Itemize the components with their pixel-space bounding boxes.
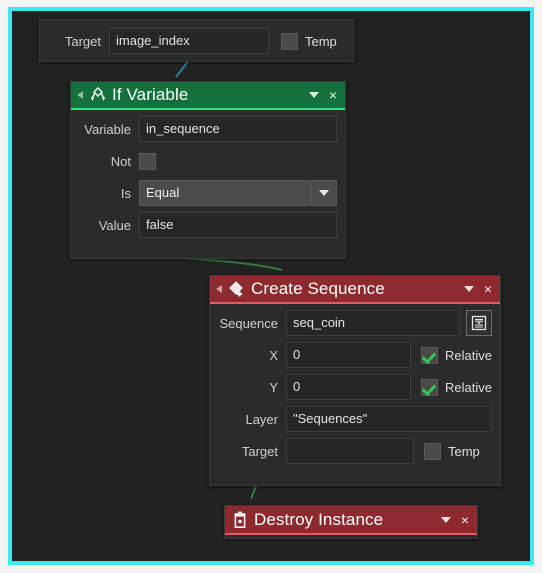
row-layer: Layer "Sequences"	[218, 406, 492, 432]
x-label: X	[269, 347, 278, 363]
target-temp-checkbox[interactable]	[281, 32, 298, 50]
variable-label: Variable	[84, 121, 131, 137]
value-label: Value	[98, 217, 131, 233]
target-block[interactable]: Target image_index Temp	[39, 19, 354, 62]
list-picker-icon[interactable]	[466, 310, 492, 336]
diamond-plus-icon	[228, 280, 246, 298]
not-checkbox[interactable]	[139, 152, 156, 170]
target-label: Target	[64, 33, 101, 49]
x-relative-label: Relative	[445, 347, 492, 363]
row-sequence: Sequence seq_coin	[218, 310, 492, 336]
layer-input[interactable]: "Sequences"	[286, 406, 492, 432]
action-canvas[interactable]: Target image_index Temp If Variable × Va…	[12, 11, 530, 561]
chevron-down-icon[interactable]	[440, 516, 451, 523]
row-value: Value false	[79, 212, 337, 238]
target-block-body: Target image_index Temp	[40, 20, 353, 62]
close-icon[interactable]: ×	[461, 513, 469, 527]
branch-icon	[89, 86, 107, 104]
not-label: Not	[110, 153, 131, 169]
value-input[interactable]: false	[139, 212, 337, 238]
create-sequence-header[interactable]: Create Sequence ×	[210, 276, 500, 304]
row-variable: Variable in_sequence	[79, 116, 337, 142]
create-target-temp-checkbox[interactable]	[424, 442, 441, 460]
destroy-instance-header[interactable]: Destroy Instance ×	[225, 506, 477, 535]
if-variable-title: If Variable	[112, 85, 189, 104]
create-sequence-body: Sequence seq_coin X 0 Relative Y 0 Relat…	[210, 304, 500, 472]
trash-icon	[231, 511, 249, 529]
close-icon[interactable]: ×	[329, 88, 337, 102]
create-target-label: Target	[241, 443, 278, 459]
layer-label: Layer	[245, 411, 278, 427]
sequence-label: Sequence	[219, 315, 278, 331]
row-x: X 0 Relative	[218, 342, 492, 368]
y-relative-checkbox[interactable]	[421, 378, 439, 396]
y-relative-label: Relative	[445, 379, 492, 395]
is-dropdown-button[interactable]	[311, 180, 337, 206]
is-label: Is	[120, 185, 131, 201]
selection-frame: Target image_index Temp If Variable × Va…	[8, 7, 534, 565]
row-is: Is Equal	[79, 180, 337, 206]
create-target-temp-label: Temp	[448, 443, 480, 459]
is-dropdown[interactable]: Equal	[139, 180, 337, 206]
create-target-input[interactable]	[286, 438, 414, 464]
node-if-variable[interactable]: If Variable × Variable in_sequence Not I…	[70, 81, 346, 259]
target-row: Target image_index Temp	[49, 28, 344, 54]
screenshot-root: Target image_index Temp If Variable × Va…	[0, 0, 542, 573]
variable-input[interactable]: in_sequence	[139, 116, 337, 142]
node-create-sequence[interactable]: Create Sequence × Sequence seq_coin X 0 …	[209, 275, 501, 486]
target-input[interactable]: image_index	[109, 28, 269, 54]
collapse-arrow-icon[interactable]	[77, 91, 83, 99]
create-sequence-title: Create Sequence	[251, 279, 385, 298]
collapse-arrow-icon[interactable]	[216, 285, 222, 293]
sequence-input[interactable]: seq_coin	[286, 310, 460, 336]
is-dropdown-value: Equal	[139, 180, 311, 206]
y-label: Y	[269, 379, 278, 395]
chevron-down-icon[interactable]	[308, 92, 319, 98]
if-variable-body: Variable in_sequence Not Is Equal Value …	[71, 110, 345, 246]
y-input[interactable]: 0	[286, 374, 412, 400]
chevron-down-icon[interactable]	[463, 286, 474, 292]
x-relative-checkbox[interactable]	[421, 346, 439, 364]
row-y: Y 0 Relative	[218, 374, 492, 400]
close-icon[interactable]: ×	[484, 282, 492, 296]
if-variable-header[interactable]: If Variable ×	[71, 82, 345, 110]
destroy-instance-title: Destroy Instance	[254, 509, 384, 529]
chevron-down-icon	[319, 190, 329, 196]
row-not: Not	[79, 148, 337, 174]
target-temp-label: Temp	[305, 33, 337, 49]
row-create-target: Target Temp	[218, 438, 492, 464]
node-destroy-instance[interactable]: Destroy Instance ×	[224, 505, 478, 539]
x-input[interactable]: 0	[286, 342, 412, 368]
